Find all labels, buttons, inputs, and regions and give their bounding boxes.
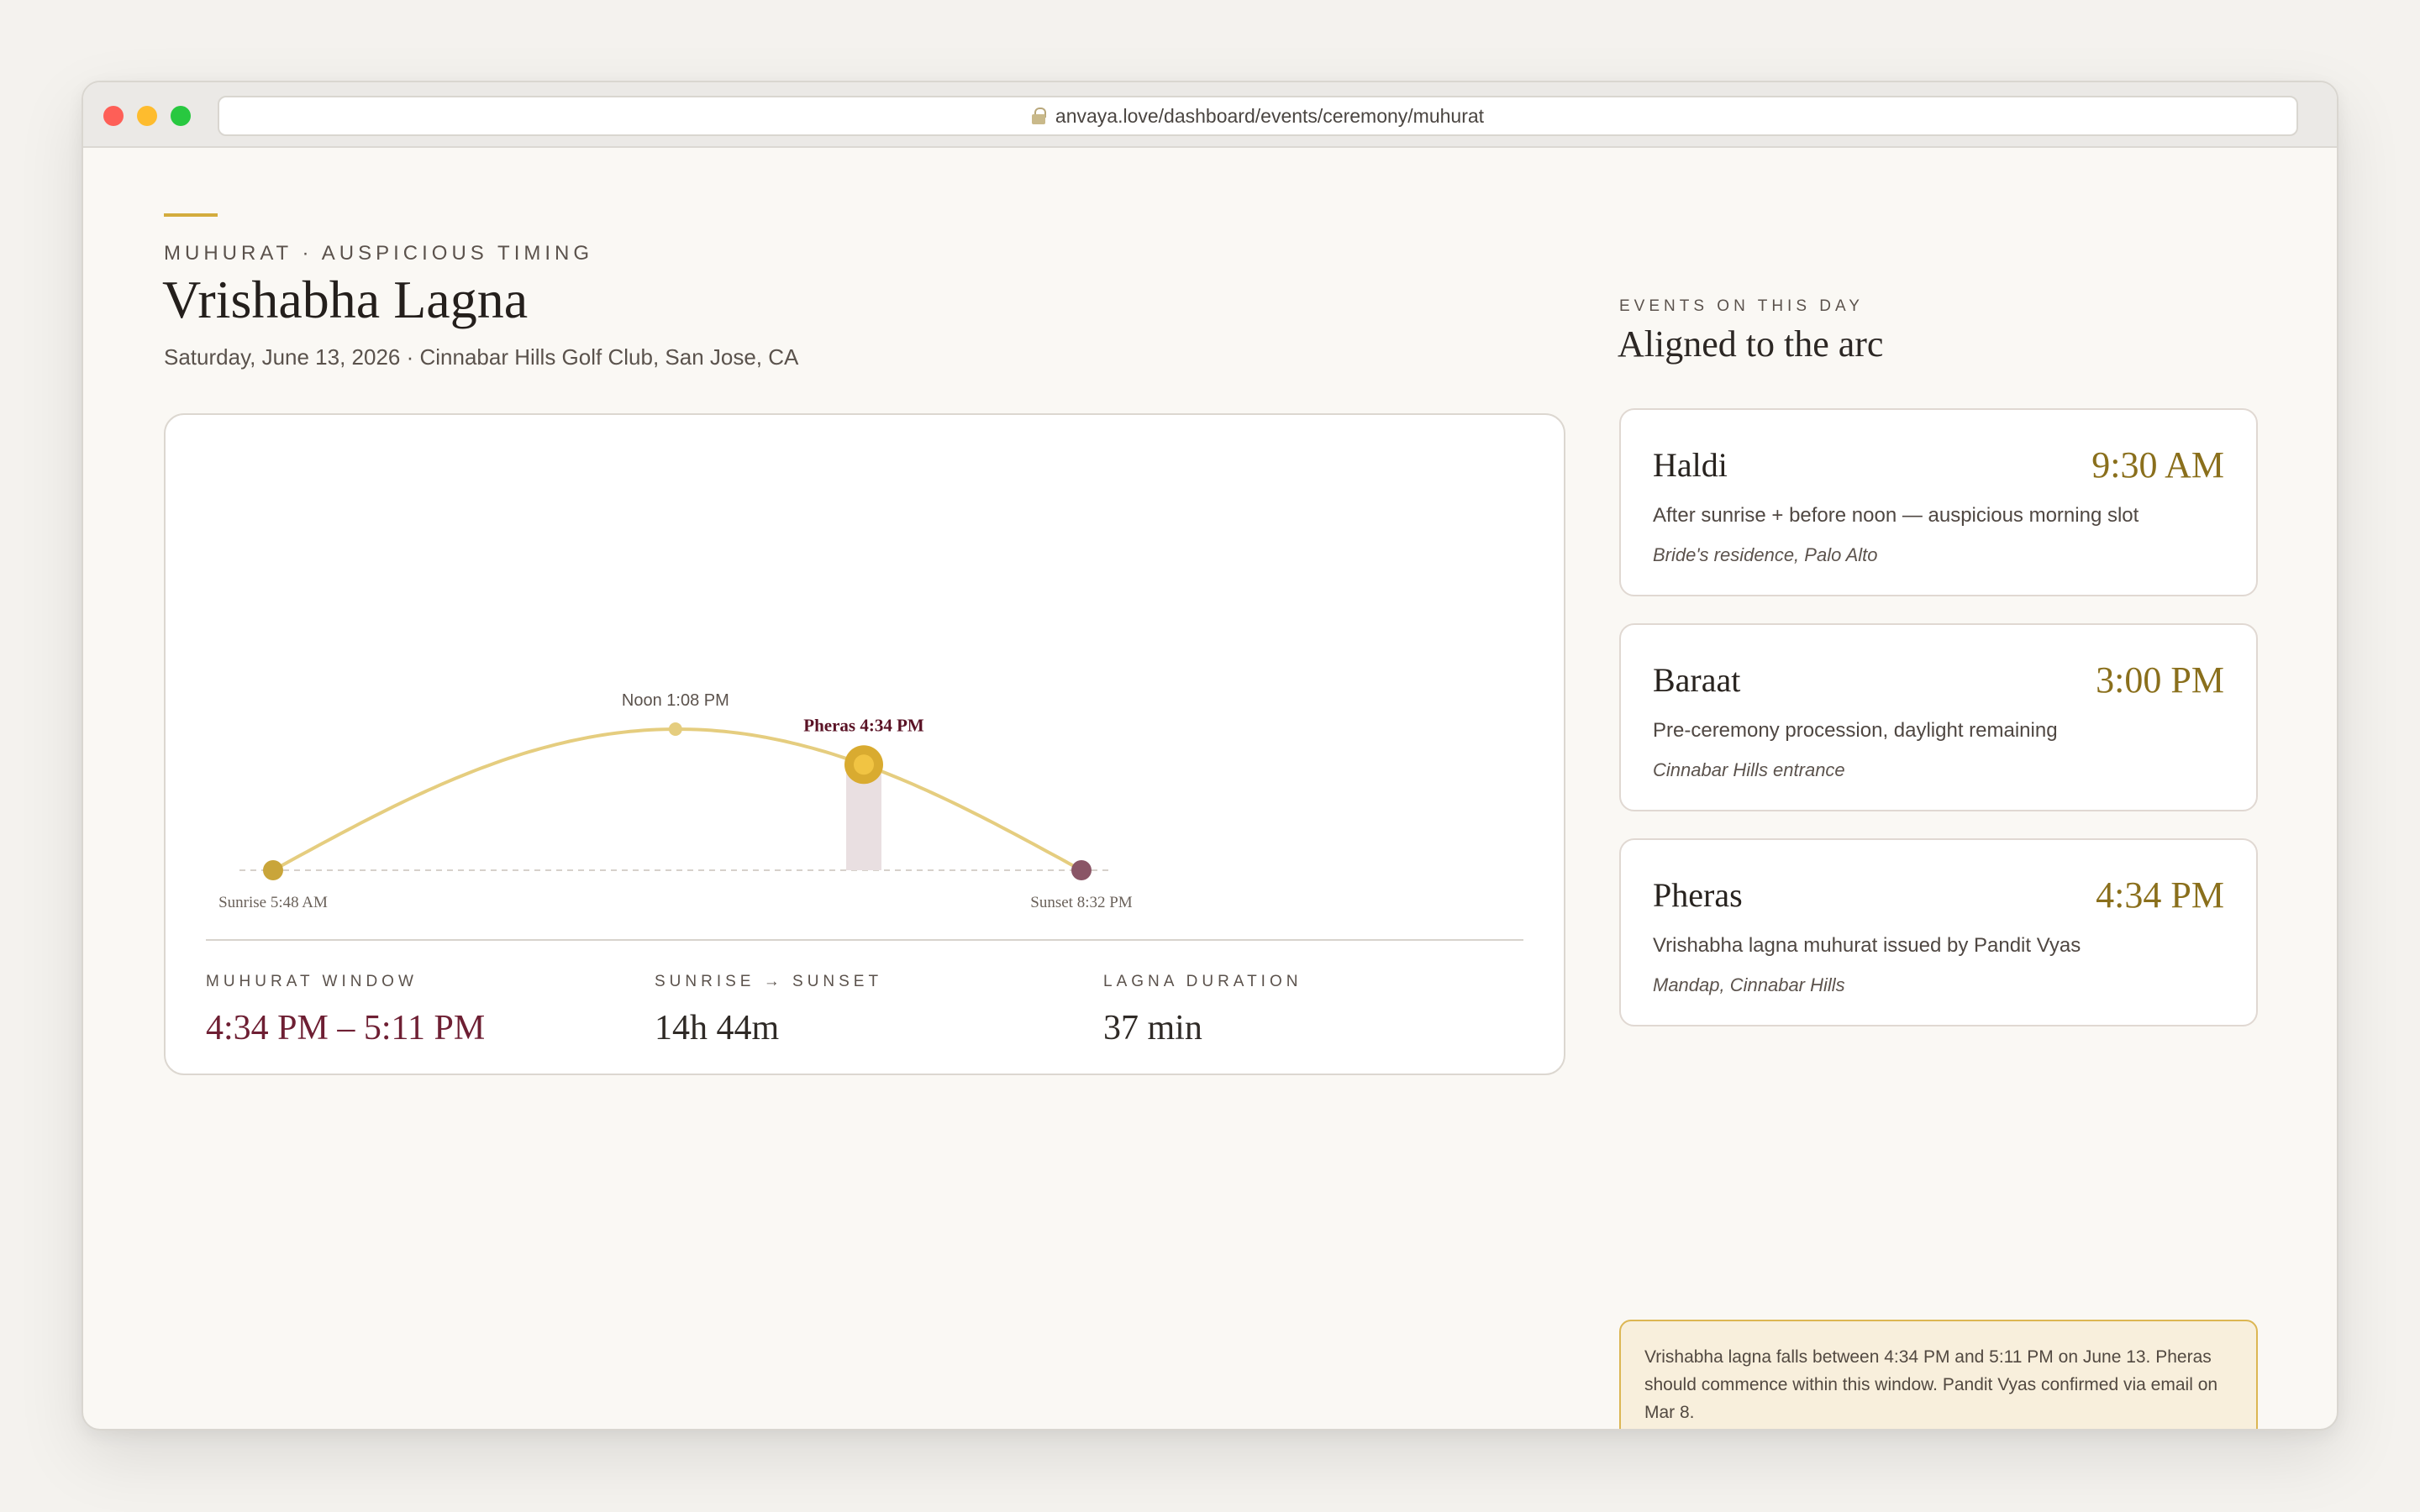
pheras-label: Pheras 4:34 PM bbox=[803, 715, 924, 735]
stat-value: 4:34 PM – 5:11 PM bbox=[206, 1009, 486, 1047]
event-place: Mandap, Cinnabar Hills bbox=[1653, 974, 1845, 995]
stat-value: 37 min bbox=[1103, 1009, 1202, 1047]
event-name: Baraat bbox=[1653, 661, 1741, 699]
page-title: Vrishabha Lagna bbox=[162, 270, 529, 329]
page-content: MUHURAT · AUSPICIOUS TIMING Vrishabha La… bbox=[83, 150, 2337, 1429]
sunset-marker bbox=[1071, 860, 1092, 880]
stat-lagna-duration: LAGNA DURATION 37 min bbox=[1103, 973, 1302, 1048]
event-place: Cinnabar Hills entrance bbox=[1653, 759, 1845, 780]
event-place: Bride's residence, Palo Alto bbox=[1653, 544, 1878, 565]
stat-muhurat-window: MUHURAT WINDOW 4:34 PM – 5:11 PM bbox=[206, 973, 485, 1048]
address-bar[interactable]: anvaya.love/dashboard/events/ceremony/mu… bbox=[218, 96, 2298, 136]
sun-arc-path bbox=[272, 727, 1082, 872]
close-window-button[interactable] bbox=[103, 106, 124, 126]
page-eyebrow: MUHURAT · AUSPICIOUS TIMING bbox=[164, 242, 594, 265]
arc-divider bbox=[206, 939, 1523, 941]
noon-label: Noon 1:08 PM bbox=[622, 691, 729, 710]
stat-sunrise-sunset: SUNRISE → SUNSET 14h 44m bbox=[655, 973, 882, 1048]
event-date-location: Saturday, June 13, 2026 · Cinnabar Hills… bbox=[164, 344, 799, 370]
sunrise-marker bbox=[263, 860, 283, 880]
event-card-baraat[interactable]: Baraat 3:00 PM Pre-ceremony procession, … bbox=[1619, 623, 2258, 811]
sunset-label: Sunset 8:32 PM bbox=[1030, 894, 1133, 911]
accent-line bbox=[164, 213, 218, 217]
event-description: Pre-ceremony procession, daylight remain… bbox=[1653, 719, 2058, 742]
sun-arc-chart: Noon 1:08 PM Pheras 4:34 PM Sunrise 5:48… bbox=[218, 691, 1133, 911]
event-card-haldi[interactable]: Haldi 9:30 AM After sunrise + before noo… bbox=[1619, 408, 2258, 596]
minimize-window-button[interactable] bbox=[137, 106, 157, 126]
stat-label: SUNRISE → SUNSET bbox=[655, 973, 883, 990]
noon-marker bbox=[668, 722, 682, 737]
browser-titlebar: anvaya.love/dashboard/events/ceremony/mu… bbox=[83, 82, 2337, 148]
event-time: 9:30 AM bbox=[2091, 444, 2224, 486]
pheras-marker bbox=[854, 754, 874, 775]
sunrise-label: Sunrise 5:48 AM bbox=[218, 894, 328, 911]
muhurat-note: Vrishabha lagna falls between 4:34 PM an… bbox=[1619, 1320, 2258, 1429]
event-description: After sunrise + before noon — auspicious… bbox=[1653, 504, 2139, 527]
sun-arc-card: Noon 1:08 PM Pheras 4:34 PM Sunrise 5:48… bbox=[164, 413, 1565, 1075]
event-name: Haldi bbox=[1653, 446, 1728, 484]
event-card-pheras[interactable]: Pheras 4:34 PM Vrishabha lagna muhurat i… bbox=[1619, 838, 2258, 1026]
browser-window: anvaya.love/dashboard/events/ceremony/mu… bbox=[82, 81, 2338, 1431]
event-time: 3:00 PM bbox=[2096, 659, 2224, 701]
url-text: anvaya.love/dashboard/events/ceremony/mu… bbox=[1055, 104, 1485, 127]
sidebar-title: Aligned to the arc bbox=[1618, 323, 1884, 365]
event-name: Pheras bbox=[1653, 876, 1743, 914]
maximize-window-button[interactable] bbox=[171, 106, 191, 126]
event-time: 4:34 PM bbox=[2096, 874, 2224, 916]
stat-label: LAGNA DURATION bbox=[1103, 973, 1302, 990]
event-description: Vrishabha lagna muhurat issued by Pandit… bbox=[1653, 934, 2081, 957]
lock-icon bbox=[1031, 108, 1046, 124]
sidebar-eyebrow: EVENTS ON THIS DAY bbox=[1619, 297, 1864, 315]
stat-value: 14h 44m bbox=[655, 1009, 780, 1047]
stat-label: MUHURAT WINDOW bbox=[206, 973, 418, 990]
